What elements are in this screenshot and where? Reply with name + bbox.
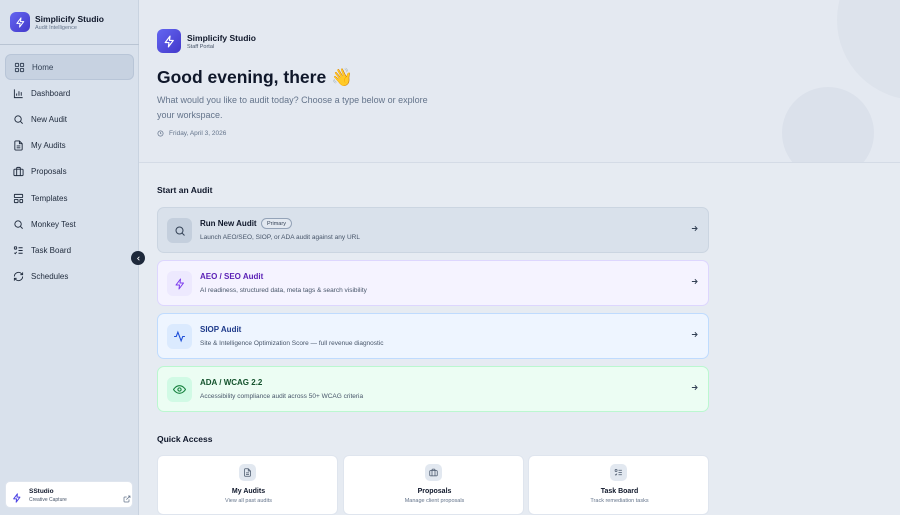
- sidebar-item-templates[interactable]: Templates: [5, 185, 134, 211]
- sidebar-item-monkey-test[interactable]: Monkey Test: [5, 211, 134, 237]
- checklist-icon: [13, 245, 24, 256]
- hero-description: What would you like to audit today? Choo…: [157, 95, 428, 120]
- sidebar-collapse-button[interactable]: [131, 251, 145, 265]
- greeting-heading: Good evening, there 👋: [157, 67, 353, 87]
- quick-access-task-board[interactable]: Task Board Track remediation tasks: [528, 455, 709, 515]
- date-text: Friday, April 3, 2026: [169, 130, 227, 137]
- template-icon: [13, 193, 24, 204]
- sidebar-brand[interactable]: Simplicify Studio Audit Intelligence: [0, 0, 139, 45]
- card-title: AEO / SEO Audit: [200, 272, 264, 281]
- sidebar-item-home[interactable]: Home: [5, 54, 134, 81]
- quick-access-title: Proposals: [417, 488, 452, 495]
- quick-access-my-audits[interactable]: My Audits View all past audits: [157, 455, 338, 515]
- sidebar-nav: Home Dashboard New Audit My Audits Propo…: [5, 54, 134, 290]
- lightning-icon: [157, 29, 181, 53]
- quick-access-description: Track remediation tasks: [590, 498, 649, 504]
- ada-wcag-audit-card[interactable]: ADA / WCAG 2.2 Accessibility compliance …: [157, 366, 709, 412]
- card-title: ADA / WCAG 2.2: [200, 378, 263, 387]
- sidebar-item-task-board[interactable]: Task Board: [5, 237, 134, 263]
- sidebar-item-label: Templates: [31, 193, 68, 203]
- card-title: SIOP Audit: [200, 325, 242, 334]
- sidebar-item-label: Monkey Test: [31, 219, 76, 229]
- document-icon: [239, 464, 256, 481]
- sidebar-item-label: Proposals: [31, 167, 67, 177]
- checklist-icon: [610, 464, 627, 481]
- start-audit-heading: Start an Audit: [157, 185, 213, 195]
- sidebar-item-label: Schedules: [31, 272, 69, 282]
- lightning-icon: [10, 12, 30, 32]
- sidebar-item-my-audits[interactable]: My Audits: [5, 133, 134, 159]
- quick-access-description: View all past audits: [225, 498, 272, 504]
- hero-header: Simplicify Studio Staff Portal Good even…: [139, 0, 900, 163]
- card-description: Site & Intelligence Optimization Score —…: [200, 340, 384, 347]
- card-description: Launch AEO/SEO, SIOP, or ADA audit again…: [200, 234, 360, 241]
- quick-access-title: My Audits: [231, 488, 266, 495]
- sidebar-item-new-audit[interactable]: New Audit: [5, 106, 134, 132]
- footer-subtitle: Creative Capture: [29, 497, 67, 503]
- sidebar-item-dashboard[interactable]: Dashboard: [5, 80, 134, 106]
- sidebar-item-label: Home: [32, 62, 54, 72]
- bar-chart-icon: [13, 88, 24, 99]
- brand-title: Simplicify Studio: [35, 14, 104, 24]
- search-icon: [13, 114, 24, 125]
- grid-icon: [14, 62, 25, 73]
- decorative-circle: [782, 87, 874, 162]
- clock-icon: [157, 130, 164, 137]
- main-content: Simplicify Studio Staff Portal Good even…: [139, 0, 900, 515]
- document-icon: [13, 140, 24, 151]
- sidebar-item-label: New Audit: [31, 114, 68, 124]
- quick-access-title: Task Board: [600, 488, 639, 495]
- briefcase-icon: [13, 166, 24, 177]
- sidebar-item-proposals[interactable]: Proposals: [5, 159, 134, 185]
- arrow-right-icon: [690, 273, 699, 291]
- card-title: Run New Audit: [200, 219, 257, 228]
- arrow-right-icon: [690, 379, 699, 397]
- primary-badge: Primary: [261, 218, 292, 229]
- quick-access-proposals[interactable]: Proposals Manage client proposals: [343, 455, 524, 515]
- current-date: Friday, April 3, 2026: [157, 130, 226, 137]
- lightning-icon: [12, 490, 22, 508]
- lightning-icon: [167, 271, 192, 296]
- quick-access-heading: Quick Access: [157, 434, 213, 444]
- quick-access-description: Manage client proposals: [404, 498, 465, 504]
- sidebar-item-label: My Audits: [31, 141, 66, 151]
- external-link-icon: [123, 490, 131, 508]
- siop-audit-card[interactable]: SIOP Audit Site & Intelligence Optimizat…: [157, 313, 709, 359]
- search-icon: [167, 218, 192, 243]
- search-icon: [13, 219, 24, 230]
- hero-app-subtitle: Staff Portal: [187, 44, 215, 50]
- refresh-icon: [13, 271, 24, 282]
- arrow-right-icon: [690, 220, 699, 238]
- sidebar-item-label: Dashboard: [31, 88, 71, 98]
- sidebar-footer-link[interactable]: SStudio Creative Capture: [5, 481, 133, 508]
- briefcase-icon: [425, 464, 442, 481]
- eye-icon: [167, 377, 192, 402]
- aeo-seo-audit-card[interactable]: AEO / SEO Audit AI readiness, structured…: [157, 260, 709, 306]
- sidebar-item-schedules[interactable]: Schedules: [5, 264, 134, 290]
- sidebar: Simplicify Studio Audit Intelligence Hom…: [0, 0, 139, 515]
- brand-subtitle: Audit Intelligence: [35, 25, 77, 31]
- sidebar-item-label: Task Board: [31, 245, 72, 255]
- run-new-audit-card[interactable]: Run New Audit Primary Launch AEO/SEO, SI…: [157, 207, 709, 253]
- hero-app-title: Simplicify Studio: [187, 33, 256, 43]
- footer-title: SStudio: [29, 488, 54, 495]
- activity-icon: [167, 324, 192, 349]
- decorative-circle: [837, 0, 900, 100]
- card-description: Accessibility compliance audit across 50…: [200, 393, 364, 400]
- card-description: AI readiness, structured data, meta tags…: [200, 287, 367, 294]
- arrow-right-icon: [690, 326, 699, 344]
